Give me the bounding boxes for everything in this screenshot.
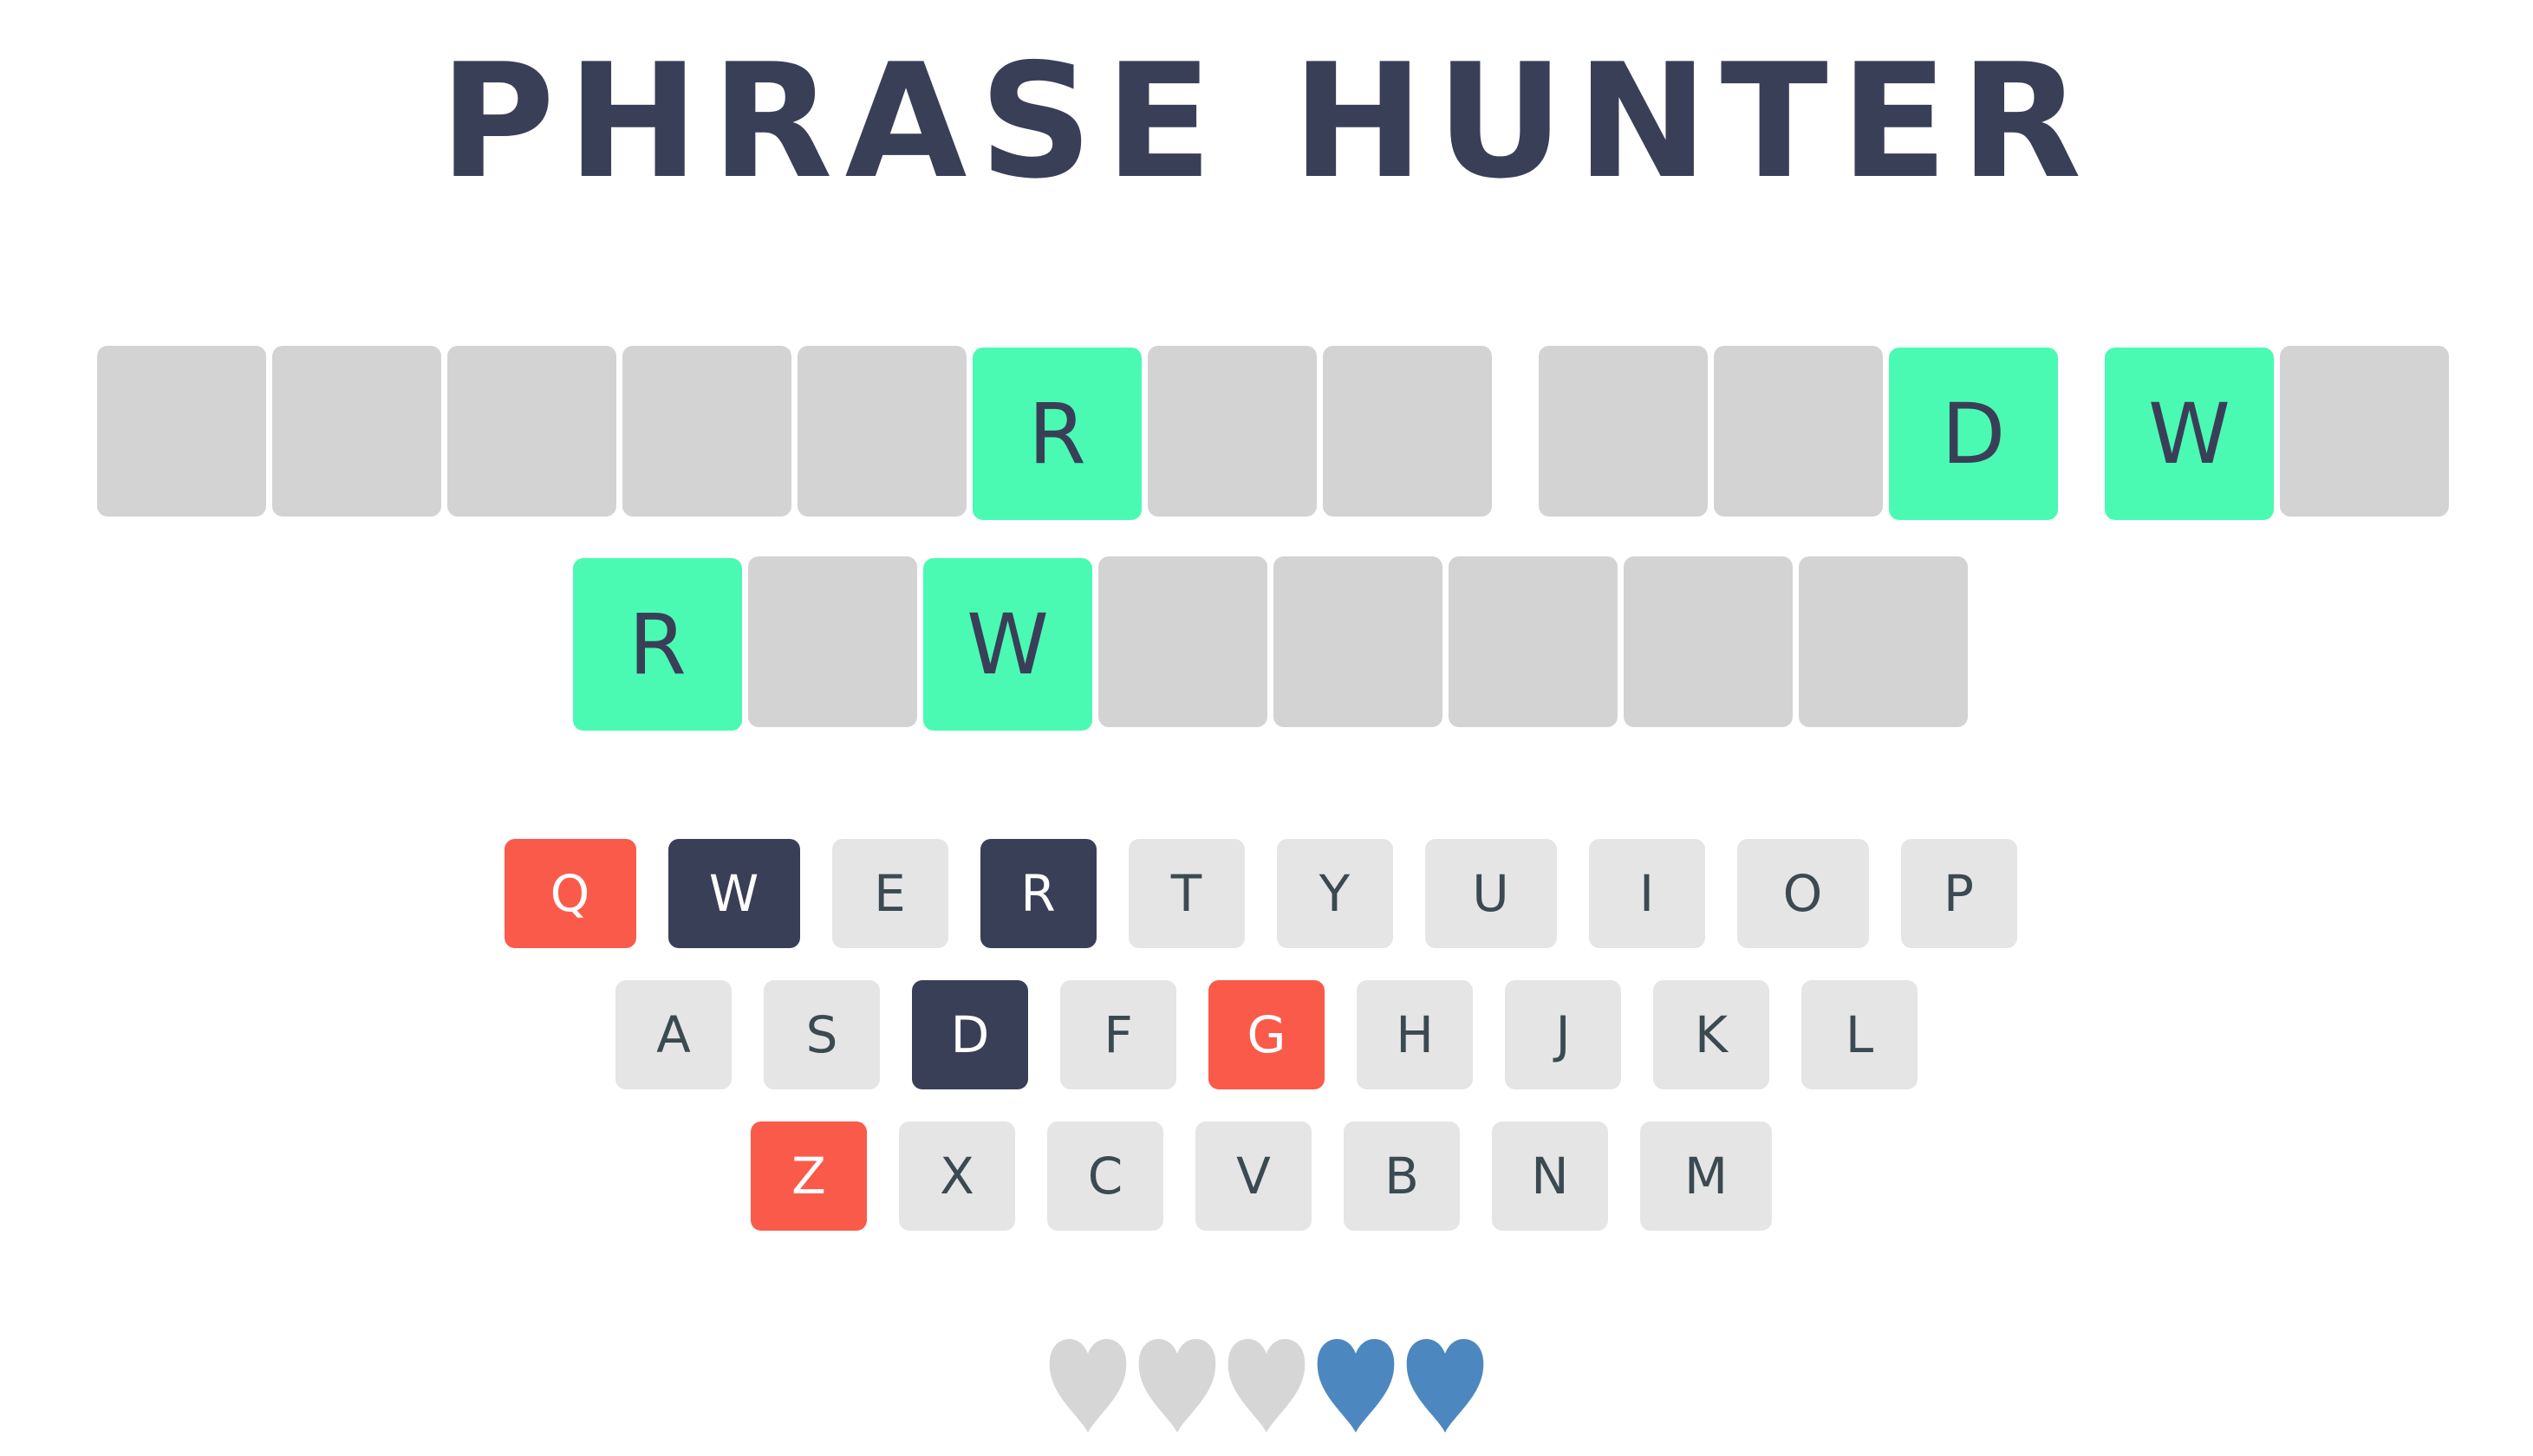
heart-shape bbox=[1227, 1339, 1306, 1433]
key-x[interactable]: X bbox=[899, 1121, 1015, 1231]
heart-shape bbox=[1406, 1339, 1484, 1433]
letter-tile-hidden bbox=[1148, 346, 1317, 517]
phrase-word: RW bbox=[573, 556, 1968, 731]
key-k[interactable]: K bbox=[1653, 980, 1769, 1089]
key-l[interactable]: L bbox=[1801, 980, 1918, 1089]
key-z[interactable]: Z bbox=[751, 1121, 867, 1231]
key-a[interactable]: A bbox=[615, 980, 732, 1089]
letter-tile-hidden bbox=[748, 556, 917, 727]
letter-tile-revealed: R bbox=[573, 558, 742, 731]
phrase-row: RW bbox=[573, 556, 2015, 731]
key-d[interactable]: D bbox=[912, 980, 1028, 1089]
heart-shape bbox=[1138, 1339, 1216, 1433]
heart-full-icon bbox=[1317, 1339, 1395, 1433]
key-m[interactable]: M bbox=[1640, 1121, 1772, 1231]
heart-lost-icon bbox=[1049, 1339, 1127, 1433]
keyboard-row: ZXCVBNM bbox=[0, 1121, 2533, 1231]
keyboard-row: ASDFGHJKL bbox=[0, 980, 2533, 1089]
letter-tile-hidden bbox=[1714, 346, 1883, 517]
key-f[interactable]: F bbox=[1060, 980, 1176, 1089]
key-g[interactable]: G bbox=[1208, 980, 1325, 1089]
letter-tile-hidden bbox=[1273, 556, 1442, 727]
letter-tile-hidden bbox=[2280, 346, 2449, 517]
phrase-word: R bbox=[97, 346, 1492, 520]
letter-tile-hidden bbox=[97, 346, 266, 517]
key-e[interactable]: E bbox=[831, 839, 948, 948]
key-q[interactable]: Q bbox=[504, 839, 636, 948]
heart-shape bbox=[1049, 1339, 1127, 1433]
key-i[interactable]: I bbox=[1588, 839, 1705, 948]
heart-full-icon bbox=[1406, 1339, 1484, 1433]
key-s[interactable]: S bbox=[764, 980, 880, 1089]
phrase-word: D bbox=[1539, 346, 2058, 520]
game-title: PHRASE HUNTER bbox=[439, 29, 2094, 213]
key-o[interactable]: O bbox=[1736, 839, 1869, 948]
letter-tile-revealed: W bbox=[923, 558, 1092, 731]
letter-tile-revealed: W bbox=[2105, 348, 2274, 520]
heart-lost-icon bbox=[1227, 1339, 1306, 1433]
phrase-word: W bbox=[2105, 346, 2449, 520]
letter-tile-hidden bbox=[272, 346, 441, 517]
key-v[interactable]: V bbox=[1195, 1121, 1312, 1231]
letter-tile-hidden bbox=[622, 346, 791, 517]
lives-display bbox=[0, 1339, 2533, 1433]
key-p[interactable]: P bbox=[1900, 839, 2017, 948]
key-w[interactable]: W bbox=[667, 839, 800, 948]
key-n[interactable]: N bbox=[1492, 1121, 1608, 1231]
letter-tile-hidden bbox=[447, 346, 616, 517]
key-b[interactable]: B bbox=[1344, 1121, 1460, 1231]
heart-lost-icon bbox=[1138, 1339, 1216, 1433]
letter-tile-hidden bbox=[1799, 556, 1968, 727]
letter-tile-revealed: D bbox=[1889, 348, 2058, 520]
key-t[interactable]: T bbox=[1128, 839, 1245, 948]
letter-tile-revealed: R bbox=[973, 348, 1142, 520]
keyboard-row: QWERTYUIOP bbox=[0, 839, 2533, 948]
letter-tile-hidden bbox=[1323, 346, 1492, 517]
heart-shape bbox=[1317, 1339, 1395, 1433]
letter-tile-hidden bbox=[1449, 556, 1618, 727]
key-y[interactable]: Y bbox=[1276, 839, 1393, 948]
key-u[interactable]: U bbox=[1424, 839, 1557, 948]
key-h[interactable]: H bbox=[1357, 980, 1473, 1089]
letter-tile-hidden bbox=[1098, 556, 1267, 727]
key-j[interactable]: J bbox=[1505, 980, 1621, 1089]
letter-tile-hidden bbox=[1624, 556, 1793, 727]
key-r[interactable]: R bbox=[980, 839, 1097, 948]
phrase-row: R DW bbox=[97, 346, 2496, 520]
key-c[interactable]: C bbox=[1047, 1121, 1163, 1231]
letter-tile-hidden bbox=[1539, 346, 1708, 517]
letter-tile-hidden bbox=[798, 346, 967, 517]
